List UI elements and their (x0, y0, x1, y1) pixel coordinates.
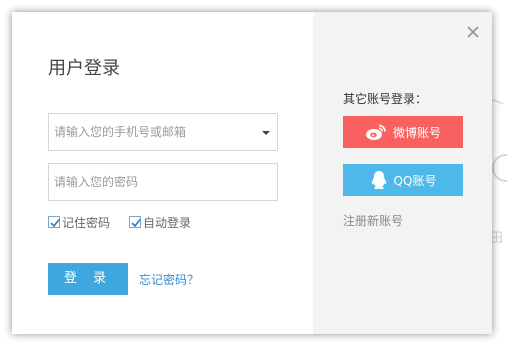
dialog-title: 用户登录 (48, 58, 120, 79)
qq-penguin-icon (370, 170, 388, 190)
background-circle (492, 154, 507, 182)
auto-login-option[interactable]: 自动登录 (129, 214, 191, 230)
qq-login-button[interactable]: QQ账号 (343, 164, 463, 196)
login-dialog: 用户登录 记住密码 自动登录 登 录 忘记密码？ (12, 12, 492, 334)
remember-password-label: 记住密码 (62, 215, 111, 230)
account-input[interactable] (49, 114, 277, 150)
remember-password-checkbox[interactable] (48, 216, 60, 228)
social-login-panel: 其它账号登录： 微博账号 QQ账号 注册新账号 (313, 12, 492, 334)
qq-login-label: QQ账号 (393, 173, 437, 188)
auto-login-checkbox[interactable] (129, 216, 141, 228)
chevron-down-icon[interactable] (262, 131, 270, 135)
password-input[interactable] (49, 164, 277, 200)
weibo-login-label: 微博账号 (392, 125, 441, 140)
account-field (48, 113, 278, 151)
weibo-login-button[interactable]: 微博账号 (343, 116, 463, 148)
auto-login-label: 自动登录 (143, 215, 192, 230)
login-form-panel: 用户登录 记住密码 自动登录 登 录 忘记密码？ (12, 12, 313, 334)
register-link[interactable]: 注册新账号 (343, 212, 403, 229)
password-field (48, 163, 278, 201)
login-button[interactable]: 登 录 (48, 263, 128, 295)
checkmark-icon (131, 219, 141, 228)
other-login-label: 其它账号登录： (343, 92, 428, 106)
remember-password-option[interactable]: 记住密码 (48, 214, 110, 230)
checkmark-icon (50, 219, 60, 228)
close-icon[interactable] (466, 25, 480, 39)
weibo-icon (365, 123, 387, 141)
forgot-password-link[interactable]: 忘记密码？ (139, 271, 199, 288)
